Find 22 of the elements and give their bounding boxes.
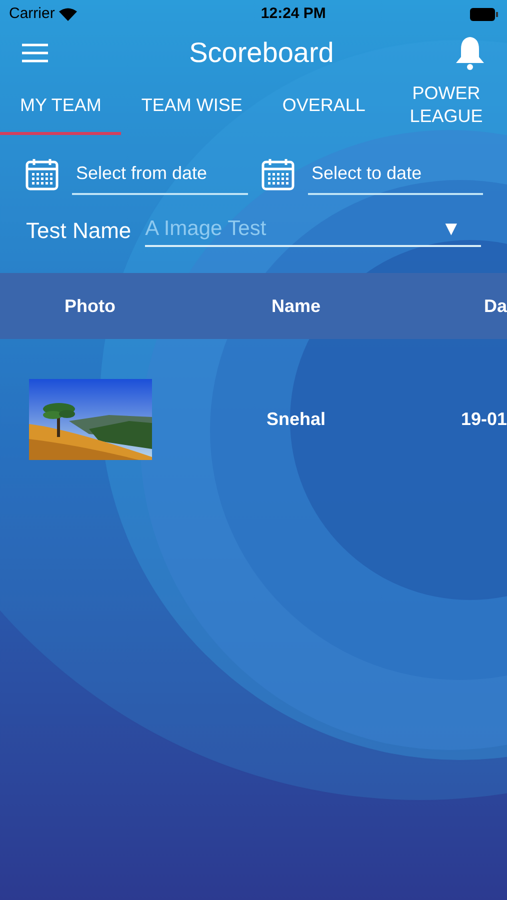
- tab[interactable]: MY TEAM: [0, 78, 122, 135]
- column-header: Photo: [64, 296, 116, 316]
- tab[interactable]: POWER LEAGUE: [385, 78, 507, 135]
- calendar-icon[interactable]: [24, 156, 60, 192]
- date-field[interactable]: Select to date: [308, 153, 483, 195]
- table-cell: 19-01: [460, 408, 507, 428]
- tab[interactable]: TEAM WISE: [121, 78, 262, 135]
- calendar-icon[interactable]: [260, 156, 296, 192]
- carrier-label: Carrier: [9, 4, 55, 24]
- test-dropdown[interactable]: A Image Test ▼: [145, 213, 481, 247]
- column-header: Da: [484, 296, 507, 316]
- bell-icon[interactable]: [454, 35, 485, 71]
- status-time: 12:24 PM: [260, 4, 326, 24]
- date-field[interactable]: Select from date: [72, 153, 248, 195]
- wifi-icon: [58, 8, 77, 20]
- table-cell: Snehal: [266, 408, 326, 428]
- menu-icon[interactable]: [22, 43, 48, 63]
- column-header: Name: [271, 296, 321, 316]
- page-title: Scoreboard: [189, 36, 334, 70]
- test-name-label: Test Name: [26, 216, 132, 244]
- battery-icon: [470, 8, 498, 20]
- tab[interactable]: OVERALL: [262, 78, 386, 135]
